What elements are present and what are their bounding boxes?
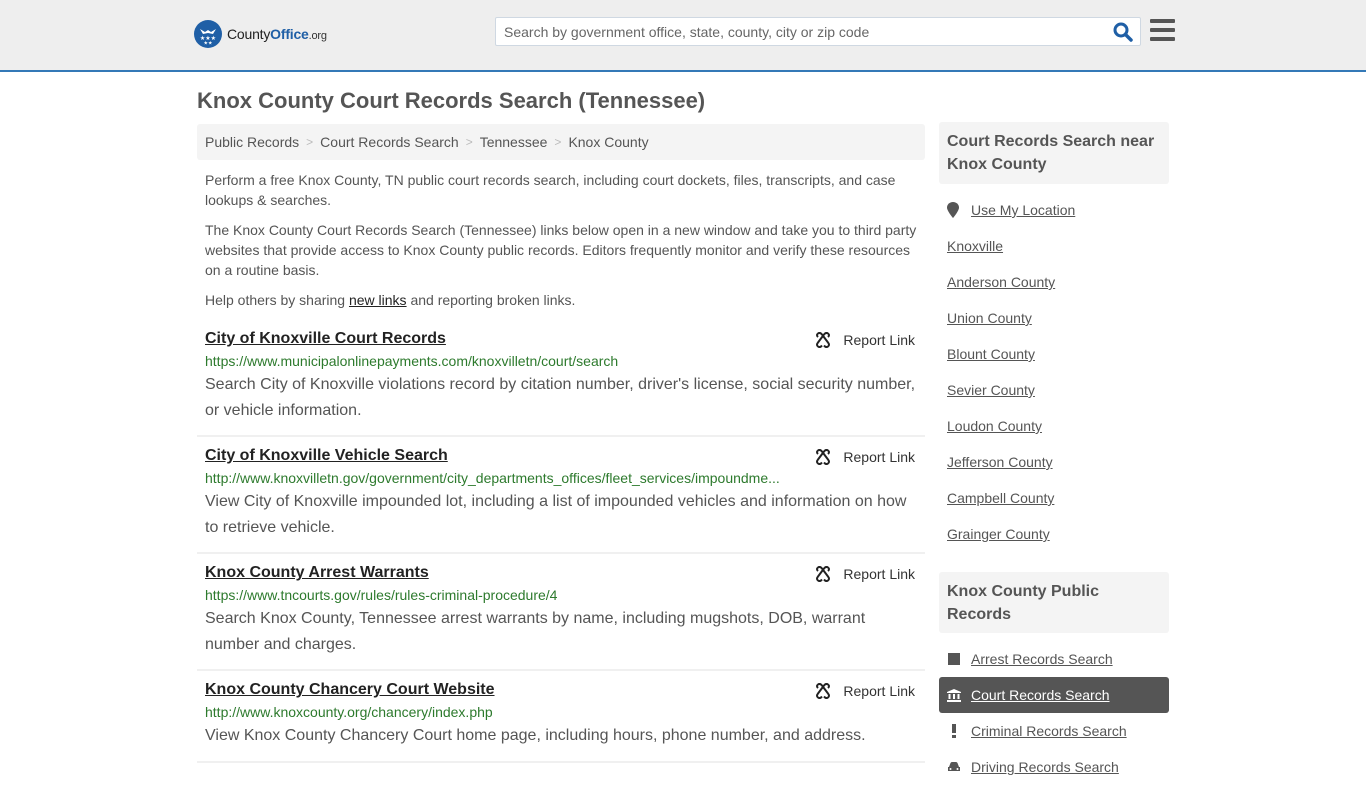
nearby-item: Blount County — [947, 336, 1169, 372]
nearby-link-blount-county[interactable]: Blount County — [947, 346, 1035, 362]
breadcrumb-separator: > — [465, 135, 473, 149]
intro-paragraph-2: The Knox County Court Records Search (Te… — [205, 222, 917, 278]
broken-link-icon — [816, 566, 831, 582]
public-records-item: Criminal Records Search — [939, 713, 1169, 749]
result-url: http://www.knoxcounty.org/chancery/index… — [205, 704, 493, 720]
breadcrumb-separator: > — [554, 135, 562, 149]
svg-text:★★: ★★ — [204, 41, 213, 46]
search-box — [495, 17, 1141, 46]
public-records-item: Driving Records Search — [939, 749, 1169, 785]
breadcrumb-public-records[interactable]: Public Records — [205, 134, 299, 150]
breadcrumb-separator: > — [306, 135, 314, 149]
results-list: City of Knoxville Court Records Report L… — [197, 320, 925, 763]
search-icon[interactable] — [1112, 21, 1134, 43]
new-links-link[interactable]: new links — [349, 292, 407, 308]
nearby-item: Sevier County — [947, 372, 1169, 408]
breadcrumb-knox-county[interactable]: Knox County — [568, 134, 648, 150]
result-item: City of Knoxville Vehicle Search Report … — [197, 437, 925, 554]
result-item: City of Knoxville Court Records Report L… — [197, 320, 925, 437]
result-description: Search City of Knoxville violations reco… — [205, 376, 916, 419]
breadcrumb: Public Records > Court Records Search > … — [197, 124, 925, 160]
report-link-button[interactable]: Report Link — [815, 449, 915, 465]
car-icon — [947, 760, 961, 774]
nearby-link-sevier-county[interactable]: Sevier County — [947, 382, 1035, 398]
result-title-link[interactable]: City of Knoxville Court Records — [205, 330, 446, 348]
site-header: ★★★ ★★ CountyOffice.org — [0, 0, 1366, 72]
nearby-item: Grainger County — [947, 516, 1169, 552]
nearby-link-campbell-county[interactable]: Campbell County — [947, 490, 1054, 506]
result-description: View Knox County Chancery Court home pag… — [205, 727, 866, 744]
public-records-list: Arrest Records Search Court Records Sear… — [939, 641, 1169, 785]
nearby-link-loudon-county[interactable]: Loudon County — [947, 418, 1042, 434]
square-icon — [947, 652, 961, 666]
nearby-item: Jefferson County — [947, 444, 1169, 480]
site-logo[interactable]: ★★★ ★★ CountyOffice.org — [194, 20, 327, 48]
nearby-link-grainger-county[interactable]: Grainger County — [947, 526, 1050, 542]
result-item: Knox County Arrest Warrants Report Link … — [197, 554, 925, 671]
result-description: View City of Knoxville impounded lot, in… — [205, 493, 907, 536]
courthouse-icon — [947, 688, 961, 702]
result-url: http://www.knoxvilletn.gov/government/ci… — [205, 470, 780, 486]
public-records-item: Arrest Records Search — [939, 641, 1169, 677]
nearby-link-anderson-county[interactable]: Anderson County — [947, 274, 1055, 290]
breadcrumb-court-records-search[interactable]: Court Records Search — [320, 134, 459, 150]
nearby-item: Anderson County — [947, 264, 1169, 300]
broken-link-icon — [816, 332, 831, 348]
intro-paragraph-3: Help others by sharing new links and rep… — [205, 292, 576, 308]
page-title: Knox County Court Records Search (Tennes… — [197, 88, 706, 113]
nearby-heading: Court Records Search near Knox County — [939, 122, 1169, 184]
exclamation-icon — [947, 724, 961, 738]
result-title-link[interactable]: Knox County Arrest Warrants — [205, 564, 429, 582]
use-location-item: Use My Location — [947, 192, 1169, 228]
search-input[interactable] — [496, 18, 1106, 45]
hamburger-menu-icon[interactable] — [1150, 19, 1175, 41]
criminal-records-search-link[interactable]: Criminal Records Search — [971, 723, 1127, 739]
eagle-stars-icon: ★★★ ★★ — [194, 20, 222, 48]
nearby-link-union-county[interactable]: Union County — [947, 310, 1032, 326]
nearby-item: Campbell County — [947, 480, 1169, 516]
nearby-link-jefferson-county[interactable]: Jefferson County — [947, 454, 1053, 470]
result-item: Knox County Chancery Court Website Repor… — [197, 671, 925, 763]
result-title-link[interactable]: City of Knoxville Vehicle Search — [205, 447, 448, 465]
result-url: https://www.municipalonlinepayments.com/… — [205, 353, 619, 369]
use-my-location-link[interactable]: Use My Location — [971, 202, 1075, 218]
report-link-button[interactable]: Report Link — [815, 566, 915, 582]
public-records-item-active: Court Records Search — [939, 677, 1169, 713]
arrest-records-search-link[interactable]: Arrest Records Search — [971, 651, 1113, 667]
map-pin-icon — [947, 202, 959, 218]
result-url: https://www.tncourts.gov/rules/rules-cri… — [205, 587, 558, 603]
report-link-button[interactable]: Report Link — [815, 332, 915, 348]
nearby-item: Knoxville — [947, 228, 1169, 264]
court-records-search-link[interactable]: Court Records Search — [971, 687, 1110, 703]
intro-paragraph-1: Perform a free Knox County, TN public co… — [205, 172, 896, 208]
nearby-link-knoxville[interactable]: Knoxville — [947, 238, 1003, 254]
broken-link-icon — [816, 449, 831, 465]
intro-text: Perform a free Knox County, TN public co… — [205, 170, 920, 320]
nearby-list: Use My Location Knoxville Anderson Count… — [947, 192, 1169, 552]
broken-link-icon — [816, 683, 831, 699]
logo-text: CountyOffice.org — [227, 26, 327, 42]
result-title-link[interactable]: Knox County Chancery Court Website — [205, 681, 495, 699]
public-records-heading: Knox County Public Records — [939, 572, 1169, 633]
nearby-item: Union County — [947, 300, 1169, 336]
breadcrumb-tennessee[interactable]: Tennessee — [480, 134, 548, 150]
nearby-item: Loudon County — [947, 408, 1169, 444]
driving-records-search-link[interactable]: Driving Records Search — [971, 759, 1119, 775]
result-description: Search Knox County, Tennessee arrest war… — [205, 610, 866, 653]
report-link-button[interactable]: Report Link — [815, 683, 915, 699]
